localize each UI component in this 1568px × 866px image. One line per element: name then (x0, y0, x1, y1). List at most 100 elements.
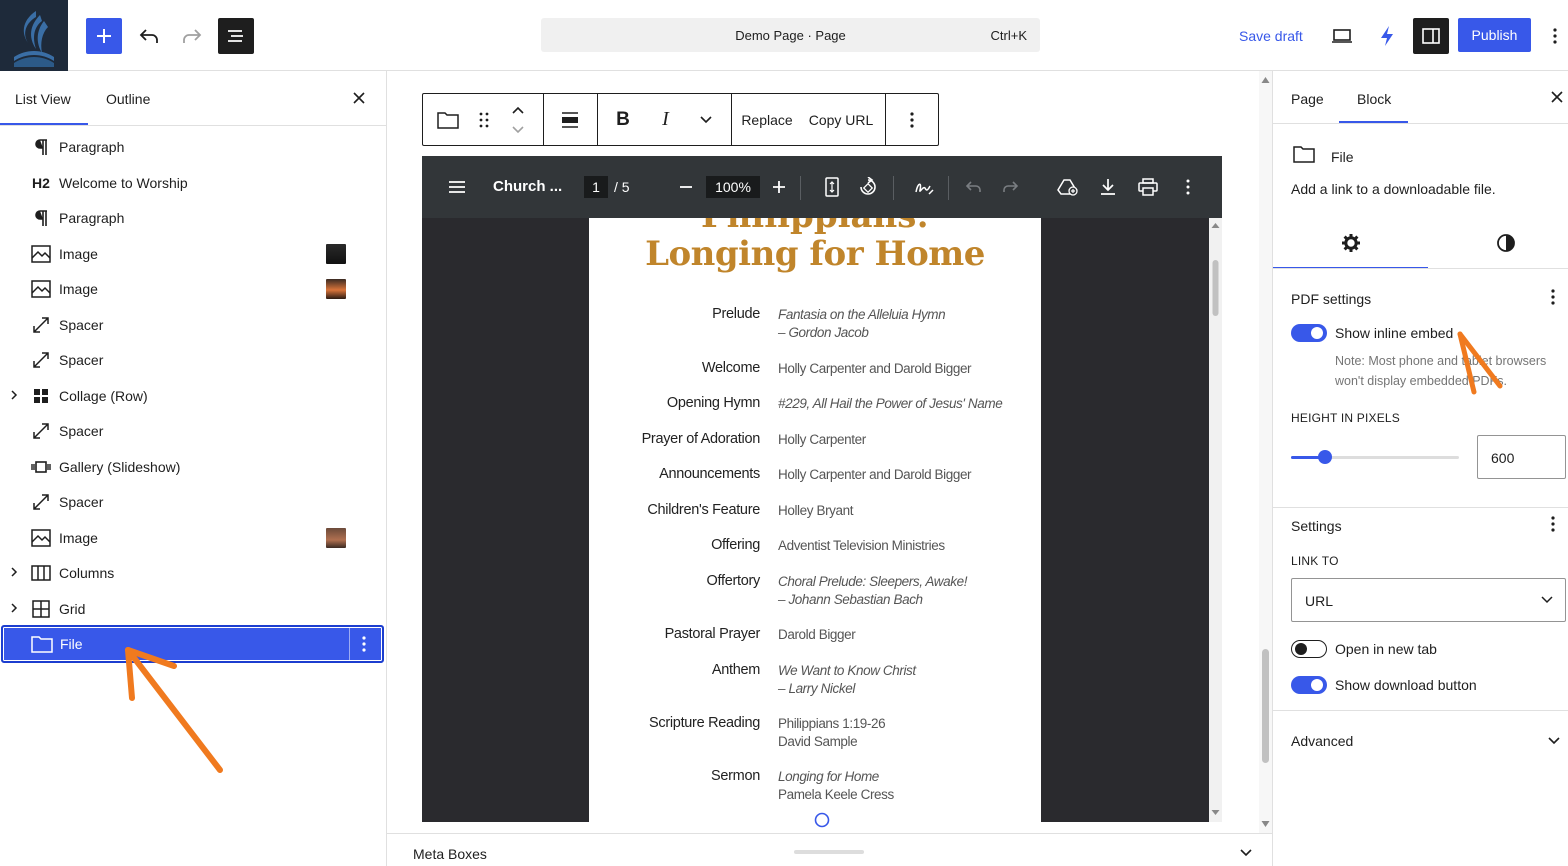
chevron-right-icon[interactable] (9, 601, 21, 615)
zoom-level-input[interactable]: 100% (706, 176, 760, 198)
program-label: Offering (711, 537, 760, 553)
draw-button[interactable] (912, 175, 936, 199)
list-item[interactable]: Image (0, 520, 386, 555)
redo-button[interactable] (174, 18, 210, 54)
show-download-toggle[interactable] (1291, 676, 1327, 694)
program-label: Offertory (706, 573, 761, 589)
pdf-embed-viewer[interactable]: Church ... 1 / 5 100% Longing for Home P… (422, 156, 1222, 822)
panel-options-button[interactable] (1551, 515, 1555, 533)
list-item[interactable]: Image (0, 236, 386, 271)
divider (893, 176, 894, 200)
tab-block[interactable]: Block (1357, 91, 1391, 107)
publish-button[interactable]: Publish (1458, 18, 1531, 52)
italic-button[interactable]: I (648, 94, 683, 145)
pdf-scrollbar[interactable] (1209, 218, 1222, 822)
preview-button[interactable] (1324, 18, 1360, 54)
bold-button[interactable]: B (598, 94, 648, 145)
paragraph-icon (30, 137, 52, 157)
pdf-undo-button[interactable] (962, 175, 986, 199)
link-to-select[interactable]: URL (1291, 578, 1566, 622)
move-up-down-buttons[interactable] (503, 94, 533, 145)
site-logo[interactable] (0, 0, 68, 71)
align-center-icon (562, 111, 578, 128)
resize-handle[interactable] (794, 850, 864, 854)
save-draft-button[interactable]: Save draft (1239, 28, 1303, 44)
list-item[interactable]: Spacer (0, 307, 386, 342)
pdf-redo-button[interactable] (998, 175, 1022, 199)
panel-options-button[interactable] (1551, 288, 1555, 306)
zoom-out-button[interactable] (674, 175, 698, 199)
pdf-more-button[interactable] (1176, 175, 1200, 199)
spacer-icon (30, 421, 52, 441)
pdf-heading: Longing for Home (645, 234, 985, 274)
program-value-2: David Sample (778, 734, 858, 749)
jetpack-button[interactable] (1369, 18, 1405, 54)
block-options-button[interactable] (886, 94, 938, 145)
list-item-label: Paragraph (59, 210, 125, 226)
slideshow-icon (30, 457, 52, 477)
list-item[interactable]: Spacer (0, 413, 386, 448)
close-sidebar-button[interactable] (1550, 90, 1564, 104)
advanced-panel-toggle[interactable]: Advanced (1291, 733, 1353, 749)
open-new-tab-toggle[interactable] (1291, 640, 1327, 658)
undo-button[interactable] (131, 18, 167, 54)
meta-boxes-panel[interactable]: Meta Boxes (387, 833, 1272, 866)
height-slider[interactable] (1291, 450, 1459, 464)
options-button[interactable] (1540, 18, 1568, 54)
pdf-page: Philippians: Longing for Home Prelude Fa… (589, 218, 1041, 822)
show-inline-embed-toggle[interactable] (1291, 324, 1327, 342)
list-item[interactable]: Paragraph (0, 200, 386, 235)
height-input[interactable]: 600 (1477, 435, 1566, 479)
list-item-selected[interactable]: File (1, 625, 384, 663)
chevron-right-icon[interactable] (9, 565, 21, 579)
replace-button[interactable]: Replace (735, 94, 799, 145)
copy-url-button[interactable]: Copy URL (801, 94, 881, 145)
list-item[interactable]: Gallery (Slideshow) (0, 449, 386, 484)
close-list-view-button[interactable] (352, 91, 366, 105)
tab-outline[interactable]: Outline (106, 91, 150, 107)
document-overview-button[interactable] (218, 18, 254, 54)
list-item[interactable]: Paragraph (0, 129, 386, 164)
block-toolbar: B I Replace Copy URL (422, 93, 939, 146)
print-button[interactable] (1136, 175, 1160, 199)
editor-header: Demo Page · Page Ctrl+K Save draft Publi… (0, 0, 1568, 71)
fit-page-button[interactable] (820, 175, 844, 199)
block-settings-sidebar: Page Block File Add a link to a download… (1272, 71, 1568, 866)
more-formatting-button[interactable] (686, 94, 726, 145)
pdf-page-input[interactable]: 1 (584, 176, 608, 198)
grid-icon (30, 386, 52, 406)
list-item[interactable]: Collage (Row) (0, 378, 386, 413)
command-palette-bar[interactable]: Demo Page · Page Ctrl+K (541, 18, 1040, 52)
list-item[interactable]: Grid (0, 591, 386, 626)
chevron-down-icon[interactable] (1547, 736, 1561, 746)
add-block-button[interactable] (86, 18, 122, 54)
align-button[interactable] (544, 94, 596, 145)
list-item[interactable]: Spacer (0, 342, 386, 377)
slider-thumb[interactable] (1317, 450, 1332, 464)
list-item[interactable]: H2 Welcome to Worship (0, 165, 386, 200)
tab-list-view[interactable]: List View (15, 91, 71, 107)
canvas-scrollbar[interactable] (1259, 71, 1272, 833)
list-item[interactable]: Spacer (0, 484, 386, 519)
item-options-button[interactable] (362, 635, 366, 653)
pdf-menu-button[interactable] (445, 175, 469, 199)
pdf-settings-title: PDF settings (1291, 291, 1372, 307)
settings-sidebar-button[interactable] (1413, 18, 1449, 54)
list-item[interactable]: Image (0, 271, 386, 306)
list-view-panel: List View Outline Paragraph H2 Welcome t… (0, 71, 387, 866)
rotate-button[interactable] (856, 175, 880, 199)
styles-tab-button[interactable] (1496, 233, 1516, 253)
redo-icon (1003, 181, 1019, 192)
chevron-down-icon[interactable] (1239, 848, 1253, 858)
tab-page[interactable]: Page (1291, 91, 1324, 107)
download-button[interactable] (1096, 175, 1120, 199)
chevron-right-icon[interactable] (9, 388, 21, 402)
zoom-in-button[interactable] (767, 175, 791, 199)
drag-handle[interactable] (473, 94, 495, 145)
list-item[interactable]: Columns (0, 555, 386, 590)
block-type-button[interactable] (423, 94, 473, 145)
settings-tab-button[interactable] (1341, 233, 1361, 253)
list-item-label: Gallery (Slideshow) (59, 459, 181, 475)
image-thumbnail (326, 244, 346, 264)
save-to-drive-button[interactable] (1056, 175, 1080, 199)
